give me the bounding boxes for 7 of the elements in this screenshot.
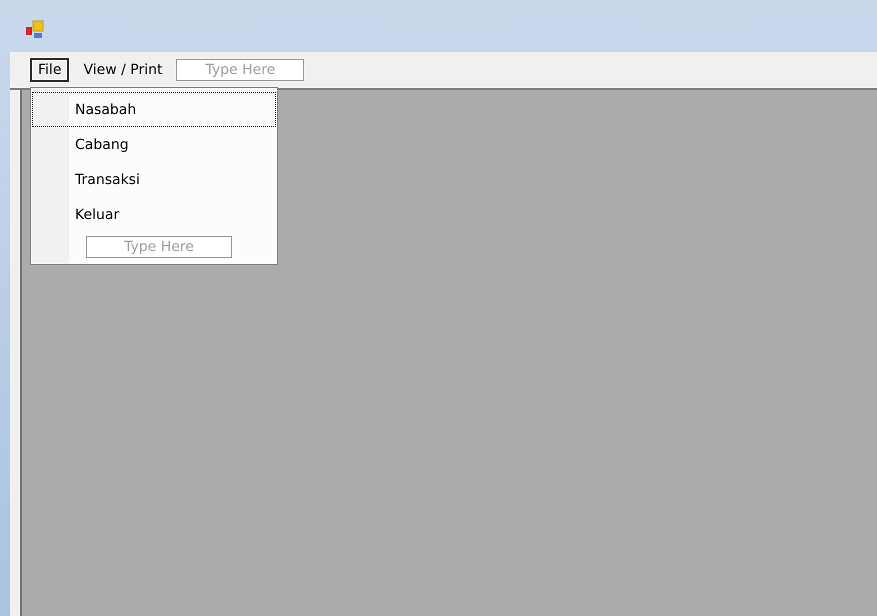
- menu-entry[interactable]: Keluar: [32, 197, 276, 232]
- app-icon: [25, 20, 45, 40]
- menu-item[interactable]: View / Print: [75, 58, 170, 82]
- menu-item[interactable]: File: [30, 58, 70, 82]
- menu-entry[interactable]: Transaksi: [32, 162, 276, 197]
- menu-entry[interactable]: Nasabah: [32, 92, 276, 127]
- menu-entry[interactable]: Cabang: [32, 127, 276, 162]
